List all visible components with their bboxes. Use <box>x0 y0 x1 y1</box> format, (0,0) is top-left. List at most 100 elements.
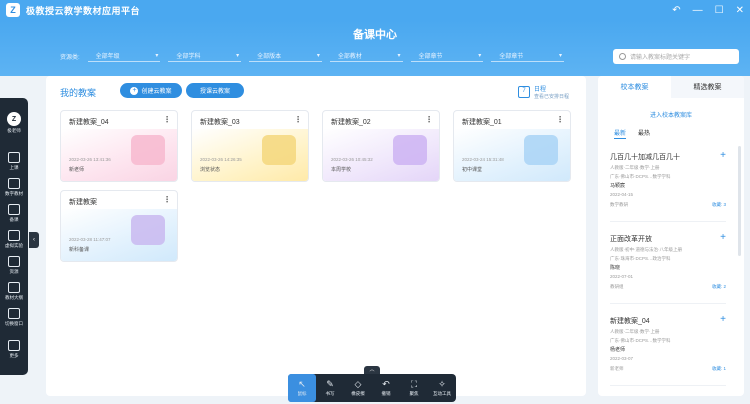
card-title: 新建教案_04 <box>69 119 109 126</box>
tool-label: 撤销 <box>381 391 391 396</box>
item-title: 几百几十加减几百几十 <box>610 154 680 161</box>
eraser-icon: ◇ <box>354 379 362 389</box>
tool-mouse[interactable]: ↖ 鼠标 <box>288 374 316 402</box>
window-controls: ↶ — ☐ ✕ <box>672 0 744 20</box>
my-lesson-plans-panel: 我的教案 + 创建云教案 授课云教案 7 日程 查看已安排日程 新建教案_04 ⋮… <box>46 76 586 396</box>
textbook-select[interactable]: 全部教材 ▾ <box>329 50 403 62</box>
card-title: 新建教案_01 <box>462 119 502 126</box>
scrollbar[interactable] <box>738 146 741 256</box>
chevron-down-icon: ▾ <box>558 53 562 59</box>
create-lesson-button[interactable]: + 创建云教案 <box>120 83 182 98</box>
lesson-card[interactable]: 新建教案 ⋮ 2022-03-28 11:47:07 新科备课 <box>60 190 178 262</box>
maximize-icon[interactable]: ☐ <box>715 5 724 16</box>
lesson-card[interactable]: 新建教案_03 ⋮ 2022-03-26 14:26:35 浏览状态 <box>191 110 309 182</box>
dock-label: 切换窗口 <box>5 321 23 326</box>
more-icon[interactable]: ⋮ <box>425 115 433 124</box>
list-item[interactable]: 正面改革开放 + 人教版·初中·道德与法治·八年级上册 广东·珠海市·DCPS…… <box>610 233 726 304</box>
section-title: 我的教案 <box>60 88 97 98</box>
list-item[interactable]: 几百几十加减几百几十 + 人教版·二年级·数学·上册 广东·佛山市·DCPS…数… <box>610 151 726 222</box>
app-logo: Z <box>6 3 20 17</box>
user-avatar[interactable]: Z 极老师 <box>0 112 28 134</box>
magic-icon: ✧ <box>438 379 446 389</box>
dock-label: 资源 <box>9 269 19 274</box>
item-group: 新老师 <box>610 366 624 371</box>
chevron-down-icon: ▾ <box>478 53 482 59</box>
book-icon <box>8 178 20 189</box>
close-icon[interactable]: ✕ <box>736 5 744 16</box>
card-date: 2022-03-26 10:45:32 <box>331 157 373 162</box>
lesson-card[interactable]: 新建教案_04 ⋮ 2022-03-26 13:41:36 新老师 <box>60 110 178 182</box>
dock-item-class[interactable]: 上课 <box>0 152 28 171</box>
focus-icon: ⛶ <box>410 379 418 389</box>
refresh-icon[interactable]: ↶ <box>672 5 680 16</box>
card-title: 新建教案_02 <box>331 119 371 126</box>
tab-school-plans[interactable]: 校本教案 <box>598 76 671 98</box>
flask-icon <box>8 230 20 241</box>
join-library-link[interactable]: 进入校本教案库 <box>598 110 744 119</box>
person-icon <box>8 152 20 163</box>
app-title: 极教授云教学数材应用平台 <box>26 5 141 16</box>
dock-item-more[interactable]: 更多 <box>0 340 28 359</box>
version-select[interactable]: 全部版本 ▾ <box>249 50 322 62</box>
list-item[interactable]: 新建教案_04 + 人教版·二年级·数学·上册 广东·佛山市·DCPS…数学学科… <box>610 315 726 386</box>
more-icon[interactable]: ⋮ <box>163 195 171 204</box>
dock-item-textbook[interactable]: 数字教材 <box>0 178 28 197</box>
more-icon[interactable]: ⋮ <box>163 115 171 124</box>
tab-featured-plans[interactable]: 精选教案 <box>671 76 744 98</box>
lesson-card[interactable]: 新建教案_02 ⋮ 2022-03-26 10:45:32 本周学校 <box>322 110 440 182</box>
tool-undo[interactable]: ↶ 撤销 <box>372 374 400 402</box>
chevron-down-icon: ▾ <box>155 53 159 59</box>
dock-item-virtual-lab[interactable]: 虚拟实验 <box>0 230 28 249</box>
dock-item-resources[interactable]: 资源 <box>0 256 28 275</box>
schedule-label: 日程 <box>534 87 547 93</box>
item-count: 收藏: 2 <box>711 284 726 289</box>
card-author: 浏览状态 <box>200 167 221 173</box>
chapter-select[interactable]: 全部章节 ▾ <box>410 50 484 62</box>
dock-label: 上课 <box>9 165 19 170</box>
tool-label: 橡皮擦 <box>351 391 365 396</box>
more-icon[interactable]: ⋮ <box>556 115 564 124</box>
grade-select[interactable]: 全部年级 ▾ <box>87 50 161 62</box>
collapse-dock-icon[interactable]: ‹ <box>29 232 39 248</box>
sort-hottest[interactable]: 最热 <box>638 128 650 139</box>
section-select[interactable]: 全部章节 ▾ <box>491 50 564 62</box>
add-icon[interactable]: + <box>720 315 726 325</box>
sort-latest[interactable]: 最新 <box>614 128 627 139</box>
tool-label: 书写 <box>325 391 335 396</box>
dock-item-switch-window[interactable]: 切换窗口 <box>0 308 28 327</box>
select-value: 全部教材 <box>337 54 362 60</box>
item-author: 马颖宸 <box>610 183 626 189</box>
dock-label: 教材大纲 <box>5 295 23 300</box>
minimize-icon[interactable]: — <box>693 5 703 16</box>
add-icon[interactable]: + <box>720 151 726 161</box>
add-icon[interactable]: + <box>720 233 726 243</box>
tool-focus[interactable]: ⛶ 聚焦 <box>400 374 428 402</box>
card-author: 本周学校 <box>331 167 352 173</box>
card-date: 2022-03-26 13:41:36 <box>69 157 111 162</box>
subject-select[interactable]: 全部学科 ▾ <box>168 50 242 62</box>
dock-item-prepare[interactable]: 备课 <box>0 204 28 223</box>
dock-label: 备课 <box>9 217 19 222</box>
folder-icon <box>8 256 20 267</box>
search-input[interactable]: 请输入教案标题关键字 <box>613 49 739 64</box>
schedule-link[interactable]: 7 日程 查看已安排日程 <box>518 84 569 100</box>
backpack-icon <box>131 215 165 245</box>
dock-label: 虚拟实验 <box>5 243 23 248</box>
button-label: 创建云教案 <box>141 89 172 95</box>
more-icon[interactable]: ⋮ <box>294 115 302 124</box>
card-illustration <box>61 209 177 261</box>
lesson-card[interactable]: 新建教案_01 ⋮ 2022-03-24 15:31:48 初中课堂 <box>453 110 571 182</box>
online-lesson-button[interactable]: 授课云教案 <box>186 83 244 98</box>
backpack-icon <box>524 135 558 165</box>
tool-eraser[interactable]: ◇ 橡皮擦 <box>344 374 372 402</box>
side-dock: Z 极老师 上课 数字教材 备课 虚拟实验 资源 教材大纲 切换窗口 更多 <box>0 98 28 375</box>
item-title: 新建教案_04 <box>610 318 650 325</box>
question-board-icon <box>262 135 296 165</box>
panel-tabs: 校本教案 精选教案 <box>598 76 744 98</box>
item-meta: 广东·佛山市·DCPS…数学学科 <box>610 174 671 179</box>
toolbar-expand-icon[interactable]: ︿ <box>364 366 380 374</box>
item-date: 2022-07-01 <box>610 274 634 279</box>
dock-item-outline[interactable]: 教材大纲 <box>0 282 28 301</box>
tool-pen[interactable]: ✎ 书写 <box>316 374 344 402</box>
tool-interactive[interactable]: ✧ 互动工具 <box>428 374 456 402</box>
